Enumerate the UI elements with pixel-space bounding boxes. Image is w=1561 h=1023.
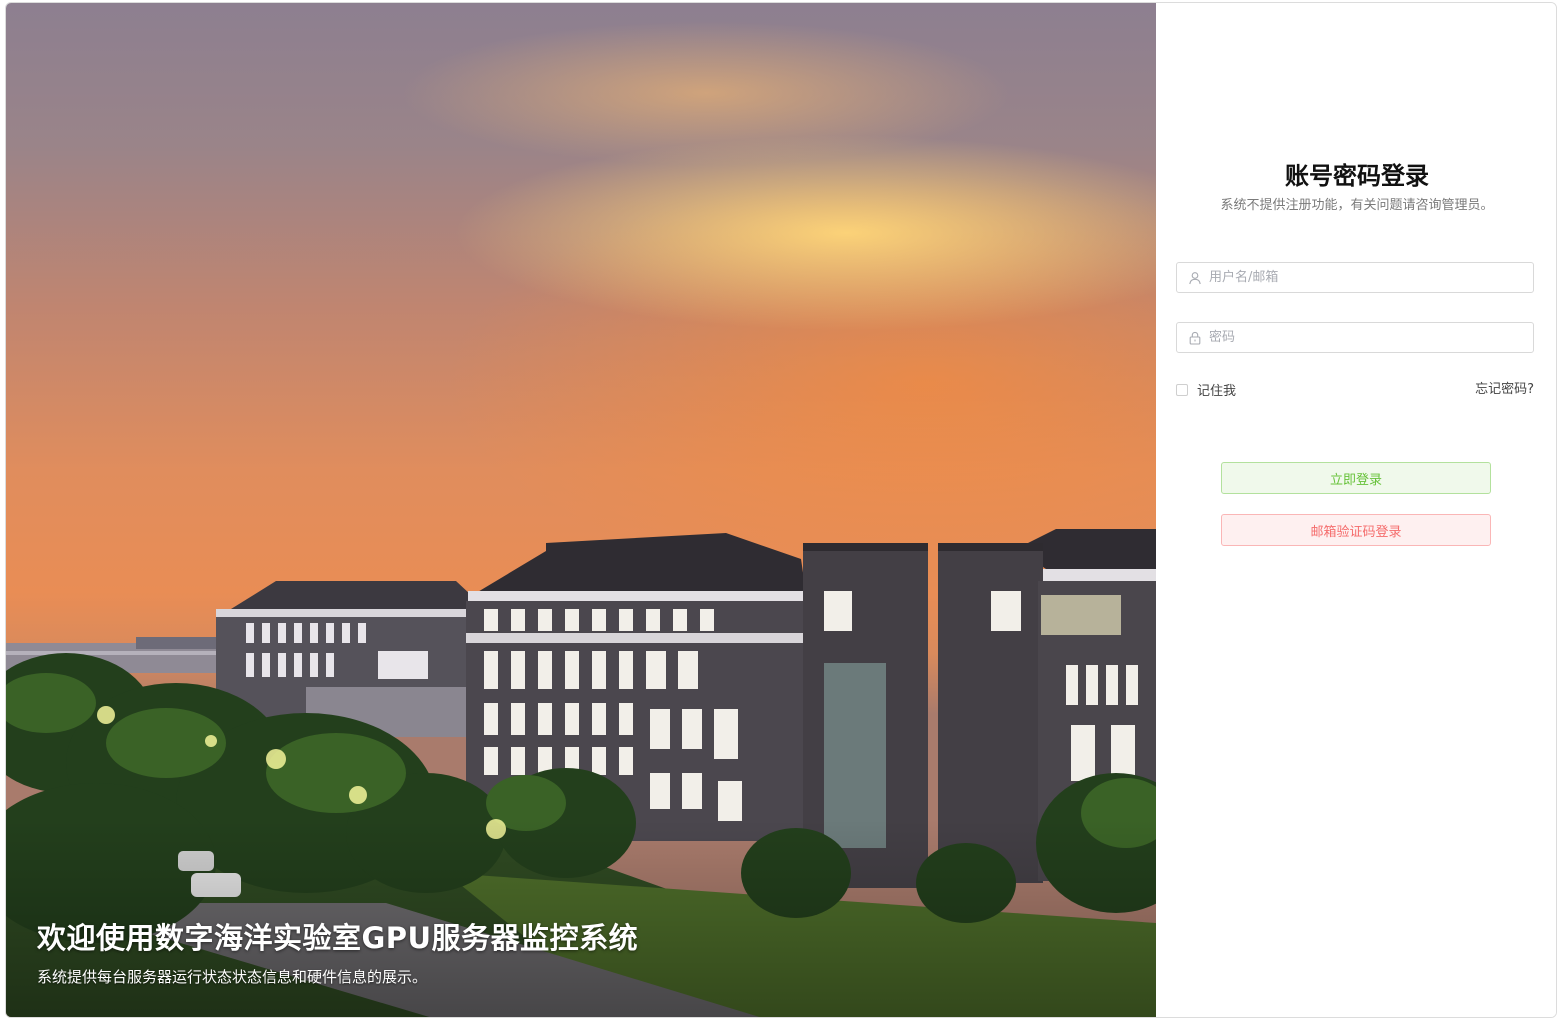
checkbox-box[interactable] bbox=[1176, 383, 1188, 396]
hero-subtitle: 系统提供每台服务器运行状态状态信息和硬件信息的展示。 bbox=[37, 968, 428, 986]
username-input[interactable] bbox=[1209, 264, 1533, 291]
hero-image: 欢迎使用数字海洋实验室GPU服务器监控系统 系统提供每台服务器运行状态状态信息和… bbox=[6, 3, 1156, 1017]
user-icon bbox=[1188, 271, 1202, 285]
password-field[interactable] bbox=[1176, 322, 1534, 353]
forgot-password-link[interactable]: 忘记密码? bbox=[1475, 378, 1534, 397]
username-field[interactable] bbox=[1176, 262, 1534, 293]
login-title: 账号密码登录 bbox=[1285, 162, 1429, 190]
remember-me-label: 记住我 bbox=[1197, 384, 1237, 399]
login-button[interactable]: 立即登录 bbox=[1221, 462, 1491, 494]
email-code-login-button[interactable]: 邮箱验证码登录 bbox=[1221, 514, 1491, 546]
hero-title: 欢迎使用数字海洋实验室GPU服务器监控系统 bbox=[37, 921, 639, 955]
login-window: 欢迎使用数字海洋实验室GPU服务器监控系统 系统提供每台服务器运行状态状态信息和… bbox=[5, 2, 1557, 1018]
lock-icon bbox=[1188, 331, 1202, 345]
remember-me-checkbox[interactable]: 记住我 bbox=[1176, 380, 1236, 399]
login-subtitle: 系统不提供注册功能，有关问题请咨询管理员。 bbox=[1220, 198, 1494, 213]
login-panel: 账号密码登录 系统不提供注册功能，有关问题请咨询管理员。 用户名/邮箱 记住我 … bbox=[1156, 3, 1556, 1017]
password-input[interactable] bbox=[1209, 324, 1533, 351]
